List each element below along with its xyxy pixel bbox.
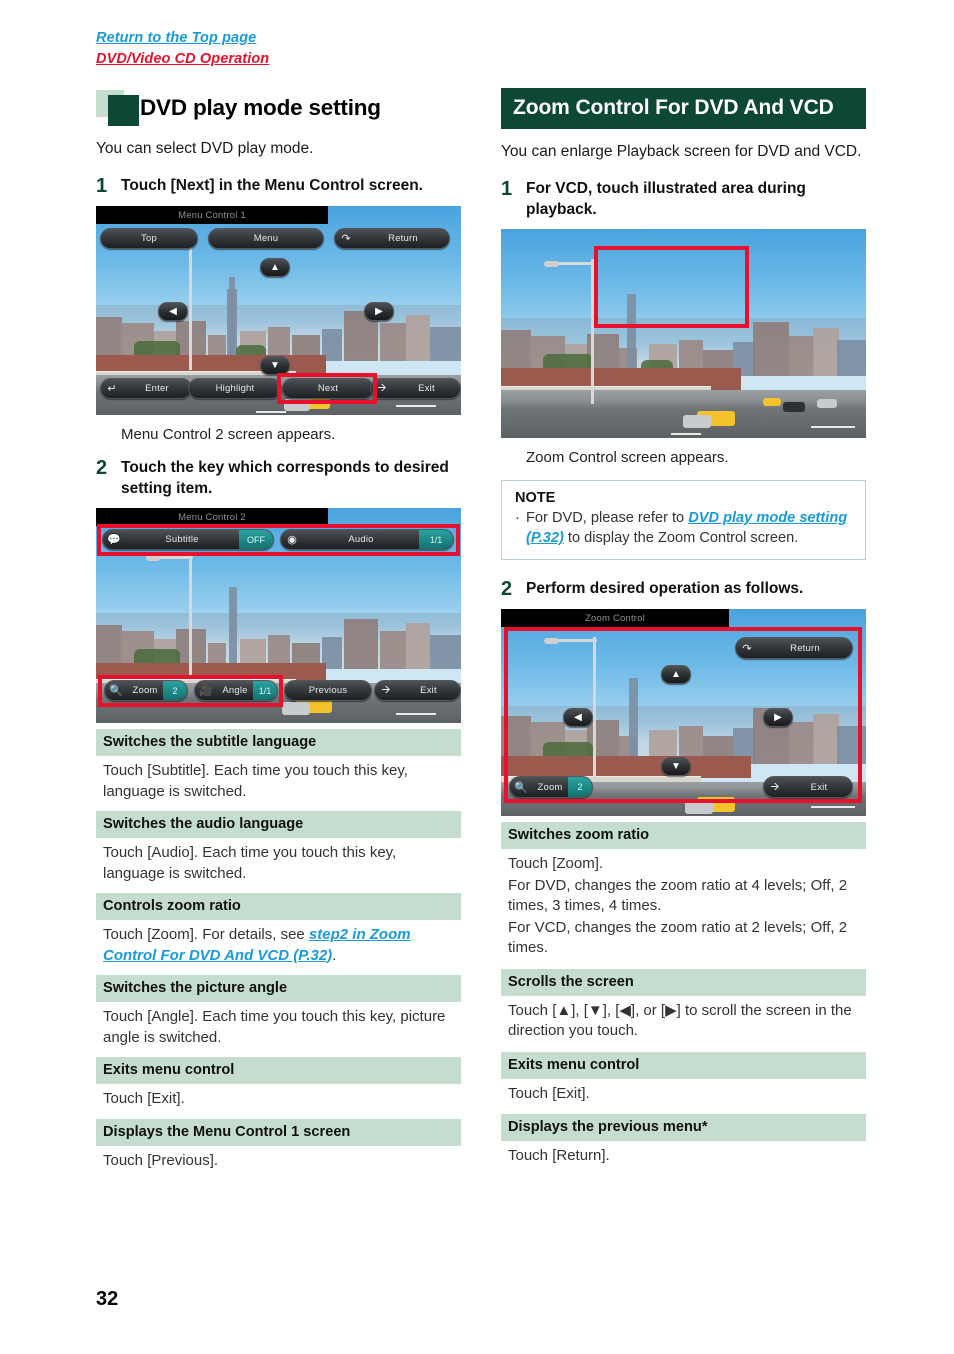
right-step-2: 2 Perform desired operation as follows. <box>501 578 866 600</box>
exit-door-icon: 🡪 <box>381 684 391 696</box>
enter-arrow-icon: ↵ <box>107 383 117 395</box>
screen1-top-button[interactable]: Top <box>100 228 198 249</box>
zoom-screen-titlebar: Zoom Control <box>501 609 729 627</box>
manual-page: Return to the Top page DVD/Video CD Oper… <box>0 0 954 1354</box>
zoom-control-heading: Zoom Control For DVD And VCD <box>501 88 866 129</box>
note-text-pre: For DVD, please refer to <box>526 510 689 526</box>
return-to-top-link[interactable]: Return to the Top page <box>96 28 269 49</box>
desc-item: Switches zoom ratio Touch [Zoom]. For DV… <box>501 822 866 969</box>
screen1-return-button[interactable]: ↷ Return <box>334 228 450 249</box>
screen1-left-arrow-button[interactable]: ◀ <box>158 302 188 321</box>
desc-item: Displays the Menu Control 1 screen Touch… <box>96 1118 461 1181</box>
bullet-icon: · <box>515 510 520 526</box>
step-number: 1 <box>501 178 513 200</box>
step-text: Touch [Next] in the Menu Control screen. <box>121 177 423 194</box>
right-step-1: 1 For VCD, touch illustrated area during… <box>501 178 866 220</box>
menu-control-2-screenshot: Menu Control 2 💬 Subtitle OFF ◉ Audio 1/… <box>96 508 461 723</box>
desc-text-post: . <box>332 946 337 964</box>
left-description-list: Switches the subtitle language Touch [Su… <box>96 729 461 1180</box>
desc-item: Switches the picture angle Touch [Angle]… <box>96 975 461 1057</box>
left-column: DVD play mode setting You can select DVD… <box>96 88 461 1180</box>
screen2-previous-button[interactable]: Previous <box>284 680 372 701</box>
left-step-1: 1 Touch [Next] in the Menu Control scree… <box>96 175 461 197</box>
screen2-exit-button[interactable]: 🡪 Exit <box>374 680 461 701</box>
step-number: 2 <box>501 578 513 600</box>
step-text: Perform desired operation as follows. <box>526 580 804 597</box>
step-text: For VCD, touch illustrated area during p… <box>526 180 806 218</box>
desc-item: Exits menu control Touch [Exit]. <box>96 1057 461 1119</box>
right-description-list: Switches zoom ratio Touch [Zoom]. For DV… <box>501 822 866 1177</box>
left-intro: You can select DVD play mode. <box>96 140 314 157</box>
screen1-right-arrow-button[interactable]: ▶ <box>364 302 394 321</box>
screen1-titlebar: Menu Control 1 <box>96 206 328 224</box>
return-arrow-icon: ↷ <box>341 233 351 245</box>
highlight-box-zoom-angle <box>98 675 283 707</box>
note-box: NOTE · For DVD, please refer to DVD play… <box>501 480 866 560</box>
screen1-highlight-button[interactable]: Highlight <box>188 378 282 399</box>
screen1-menu-button[interactable]: Menu <box>208 228 324 249</box>
note-title: NOTE <box>515 490 556 506</box>
desc-item: Controls zoom ratio Touch [Zoom]. For de… <box>96 893 461 975</box>
square-badge-icon <box>96 90 140 126</box>
desc-item: Exits menu control Touch [Exit]. <box>501 1051 866 1115</box>
menu-control-2-caption: Menu Control 2 screen appears. <box>121 426 336 443</box>
dvd-play-mode-heading: DVD play mode setting <box>96 88 461 128</box>
note-bullet: · For DVD, please refer to DVD play mode… <box>515 508 853 548</box>
highlight-box-next <box>277 373 377 404</box>
step-number: 1 <box>96 175 108 197</box>
step-number: 2 <box>96 457 108 479</box>
highlight-box-subtitle-audio <box>97 524 460 556</box>
right-intro: You can enlarge Playback screen for DVD … <box>501 143 862 160</box>
step-text: Touch the key which corresponds to desir… <box>121 459 449 497</box>
page-title: DVD play mode setting <box>140 95 381 120</box>
desc-item: Displays the previous menu* Touch [Retur… <box>501 1114 866 1177</box>
right-column: Zoom Control For DVD And VCD You can enl… <box>501 88 866 1177</box>
desc-item: Switches the subtitle language Touch [Su… <box>96 729 461 811</box>
breadcrumb: Return to the Top page DVD/Video CD Oper… <box>96 28 269 70</box>
vcd-playback-screenshot <box>501 229 866 438</box>
vcd-touch-area-highlight[interactable] <box>594 246 749 328</box>
screen1-exit-button[interactable]: 🡪 Exit <box>370 378 461 399</box>
screen1-up-arrow-button[interactable]: ▲ <box>260 258 290 277</box>
zoom-control-area-highlight <box>504 627 862 803</box>
desc-item: Scrolls the screen Touch [▲], [▼], [◀], … <box>501 968 866 1052</box>
desc-item: Switches the audio language Touch [Audio… <box>96 811 461 893</box>
zoom-control-caption: Zoom Control screen appears. <box>526 449 729 466</box>
note-text-post: to display the Zoom Control screen. <box>563 530 799 546</box>
menu-control-1-screenshot: Menu Control 1 Top Menu ↷ Return ▲ ◀ ▶ ▼… <box>96 206 461 415</box>
zoom-control-screenshot: Zoom Control ↷ Return ▲ ◀ ▶ ▼ 🔍 Zoom 2 🡪… <box>501 609 866 816</box>
left-step-2: 2 Touch the key which corresponds to des… <box>96 457 461 499</box>
page-number: 32 <box>96 1288 119 1310</box>
desc-text-pre: Touch [Zoom]. For details, see <box>103 926 309 943</box>
section-link[interactable]: DVD/Video CD Operation <box>96 49 269 70</box>
screen1-enter-button[interactable]: ↵ Enter <box>100 378 192 399</box>
